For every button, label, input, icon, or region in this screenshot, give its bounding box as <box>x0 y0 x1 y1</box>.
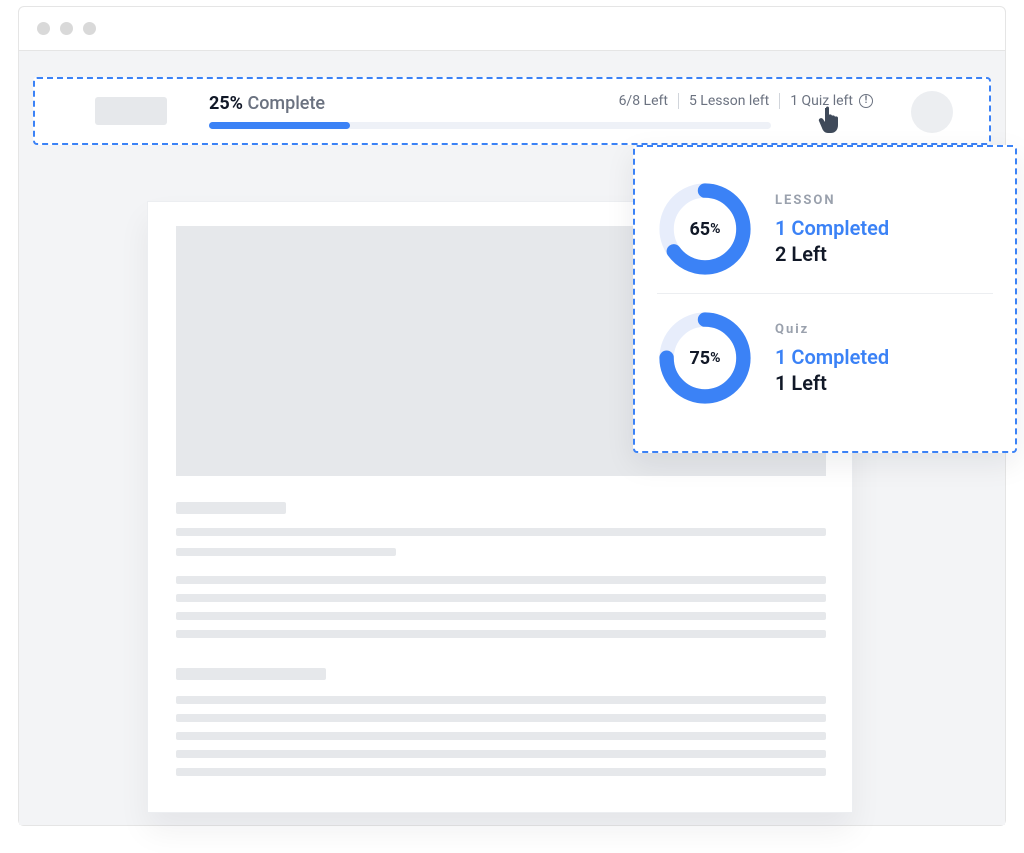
text-placeholder <box>176 528 826 536</box>
divider <box>678 93 679 109</box>
page-viewport: 25% Complete 6/8 Left 5 Lesson left 1 Qu… <box>19 51 1005 825</box>
text-placeholder <box>176 548 396 556</box>
quiz-progress-text: Quiz 1 Completed 1 Left <box>775 322 889 395</box>
progress-stats-inline: 6/8 Left 5 Lesson left 1 Quiz left ! <box>619 93 873 109</box>
progress-bar[interactable] <box>209 122 771 129</box>
lesson-progress-percent: 65% <box>657 181 753 277</box>
popover-quiz-row: 75% Quiz 1 Completed 1 Left <box>657 300 993 416</box>
text-placeholder <box>176 594 826 602</box>
lesson-progress-donut: 65% <box>657 181 753 277</box>
divider <box>657 293 993 294</box>
lesson-category-label: LESSON <box>775 193 889 208</box>
text-placeholder <box>176 696 826 704</box>
stat-quiz-left: 1 Quiz left <box>790 93 853 109</box>
quiz-progress-percent: 75% <box>657 310 753 406</box>
quiz-completed-label: 1 Completed <box>775 345 889 369</box>
window-titlebar <box>19 7 1005 51</box>
window-control-zoom[interactable] <box>83 22 96 35</box>
app-window: 25% Complete 6/8 Left 5 Lesson left 1 Qu… <box>18 6 1006 826</box>
text-placeholder <box>176 768 826 776</box>
lesson-progress-text: LESSON 1 Completed 2 Left <box>775 193 889 266</box>
text-placeholder <box>176 750 826 758</box>
text-placeholder <box>176 576 826 584</box>
lesson-left-label: 2 Left <box>775 242 889 266</box>
avatar[interactable] <box>911 91 953 133</box>
popover-lesson-row: 65% LESSON 1 Completed 2 Left <box>657 171 993 287</box>
lesson-completed-label: 1 Completed <box>775 216 889 240</box>
text-placeholder <box>176 668 326 680</box>
site-logo[interactable] <box>95 97 167 125</box>
quiz-category-label: Quiz <box>775 322 889 337</box>
window-control-minimize[interactable] <box>60 22 73 35</box>
stat-overall-left: 6/8 Left <box>619 93 668 109</box>
text-placeholder <box>176 630 826 638</box>
divider <box>779 93 780 109</box>
progress-percent-text: 25% <box>209 93 243 114</box>
progress-details-popover: 65% LESSON 1 Completed 2 Left <box>633 145 1017 453</box>
text-placeholder <box>176 732 826 740</box>
stat-lesson-left: 5 Lesson left <box>689 93 769 109</box>
info-icon[interactable]: ! <box>859 94 873 108</box>
progress-word: Complete <box>247 93 325 114</box>
text-placeholder <box>176 612 826 620</box>
progress-bar-fill <box>209 122 350 129</box>
window-control-close[interactable] <box>37 22 50 35</box>
course-progress-header: 25% Complete 6/8 Left 5 Lesson left 1 Qu… <box>33 77 991 145</box>
text-placeholder <box>176 502 286 514</box>
quiz-left-label: 1 Left <box>775 371 889 395</box>
text-placeholder <box>176 714 826 722</box>
quiz-progress-donut: 75% <box>657 310 753 406</box>
